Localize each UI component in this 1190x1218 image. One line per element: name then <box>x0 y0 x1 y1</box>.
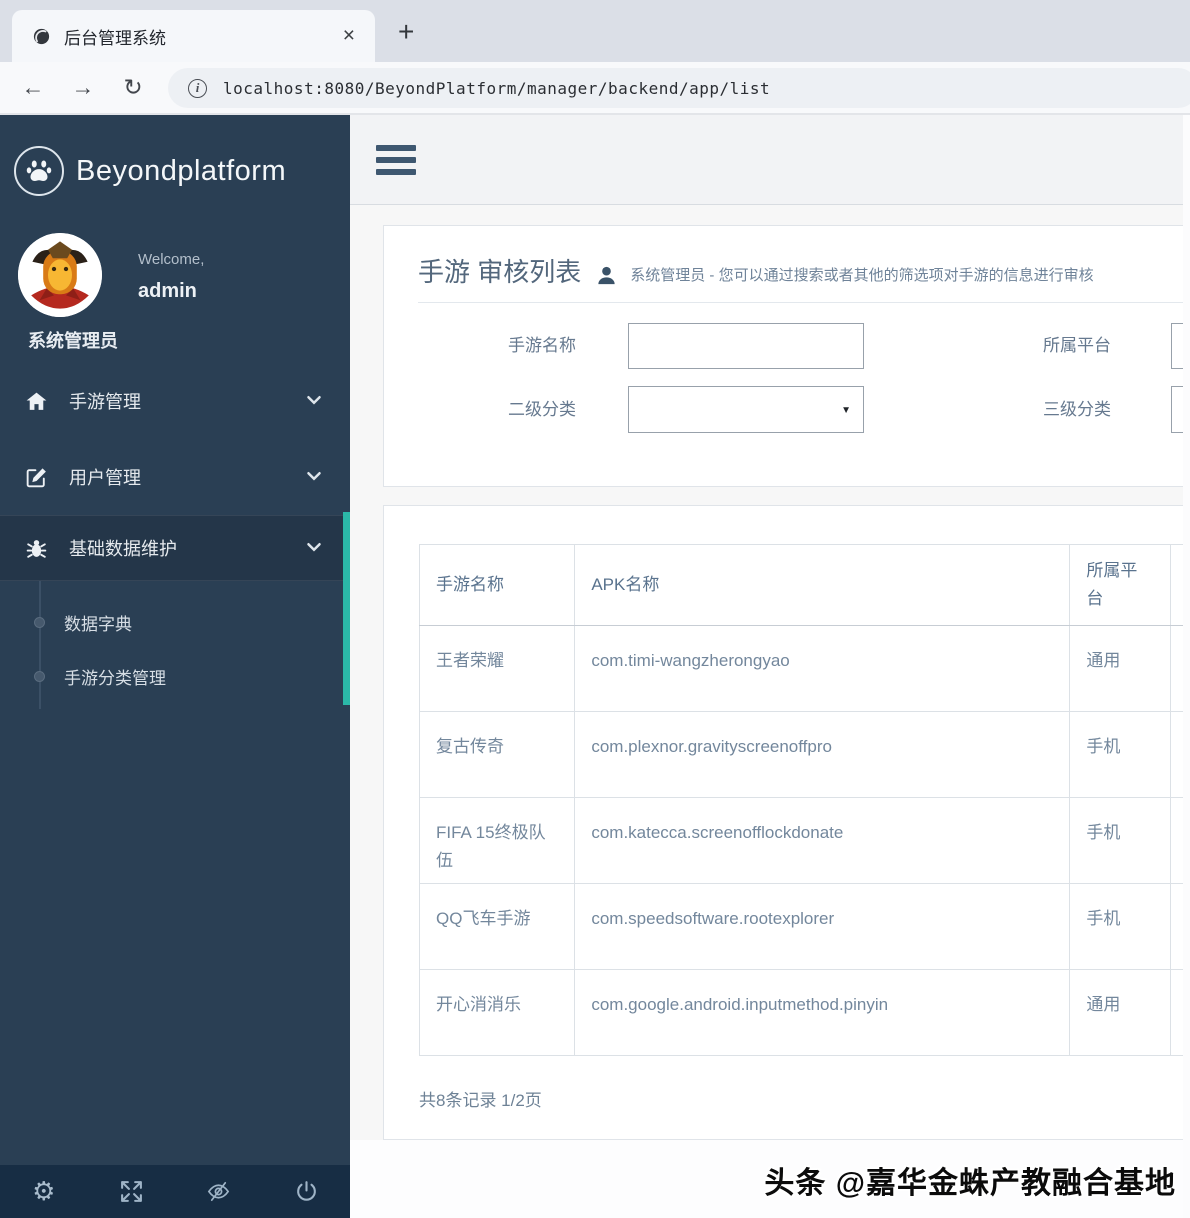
table-row: QQ飞车手游 com.speedsoftware.rootexplorer 手机… <box>418 883 1190 970</box>
sidebar-submenu: 数据字典 手游分类管理 <box>0 581 350 715</box>
address-bar[interactable]: i localhost:8080/BeyondPlatform/manager/… <box>168 68 1190 108</box>
logout-button[interactable] <box>263 1179 351 1204</box>
chevron-down-icon <box>306 392 322 410</box>
sidebar-subitem-data-dictionary[interactable]: 数据字典 <box>0 595 350 649</box>
select-arrow-icon: ▼ <box>841 405 851 416</box>
forward-icon[interactable]: → <box>58 74 108 101</box>
browser-chrome: 后台管理系统 × + ← → ↻ i localhost:8080/Beyond… <box>0 0 1190 115</box>
page-content: 手游 审核列表 系统管理员 - 您可以通过搜索或者其他的筛选项对手游的信息进行审… <box>350 205 1190 1140</box>
globe-favicon-icon <box>33 28 50 44</box>
tab-strip: 后台管理系统 × + <box>0 0 1190 62</box>
bottom-band: 头条 @嘉华金蛛产教融合基地 <box>350 1140 1190 1218</box>
home-icon <box>24 388 54 414</box>
new-tab-button[interactable]: + <box>398 16 414 48</box>
bug-icon <box>24 535 54 561</box>
filter-label-platform: 所属平台 <box>1043 336 1111 355</box>
game-name-input[interactable] <box>628 323 864 369</box>
user-icon <box>598 266 615 285</box>
eye-slash-icon <box>208 1181 230 1202</box>
submenu-dot-icon <box>34 617 45 628</box>
user-profile: Welcome, admin 系统管理员 <box>0 207 350 353</box>
table-row: 复古传奇 com.plexnor.gravityscreenoffpro 手机 … <box>418 711 1190 798</box>
power-icon <box>296 1181 316 1201</box>
expand-icon <box>120 1181 142 1202</box>
scrollbar-track[interactable] <box>1183 115 1190 1218</box>
browser-toolbar: ← → ↻ i localhost:8080/BeyondPlatform/ma… <box>0 62 1190 115</box>
settings-button[interactable]: ⚙ <box>0 1175 88 1206</box>
table-header-row: 手游名称 APK名称 所属平台 所属二级分类 <box>418 544 1190 626</box>
filter-label-game-name: 手游名称 <box>508 336 576 355</box>
title-divider <box>418 302 1190 303</box>
url-text[interactable]: localhost:8080/BeyondPlatform/manager/ba… <box>223 79 770 98</box>
back-icon[interactable]: ← <box>8 74 58 101</box>
user-role: 系统管理员 <box>28 331 118 351</box>
sidebar-menu: 手游管理 用户管理 基础数据维护 数据字典 手游分类管理 <box>0 363 350 715</box>
tab-close-icon[interactable]: × <box>339 24 359 48</box>
col-apk-name: APK名称 <box>574 544 1071 626</box>
sidebar: Beyondplatform Welcome, admin 系统管理员 手游管理… <box>0 115 350 1218</box>
fullscreen-button[interactable] <box>88 1179 176 1204</box>
edit-icon <box>24 464 54 490</box>
app-frame: Beyondplatform Welcome, admin 系统管理员 手游管理… <box>0 115 1190 1218</box>
site-info-icon[interactable]: i <box>188 78 207 98</box>
sidebar-item-base-data[interactable]: 基础数据维护 <box>0 515 350 581</box>
gear-icon: ⚙ <box>32 1175 56 1206</box>
username: admin <box>138 280 197 302</box>
watermark-text: 头条 @嘉华金蛛产教融合基地 <box>764 1167 1176 1200</box>
page-title: 手游 审核列表 <box>418 257 582 287</box>
tab-title: 后台管理系统 <box>64 28 166 48</box>
filter-label-third-category: 三级分类 <box>1043 400 1111 419</box>
reload-icon[interactable]: ↻ <box>108 74 158 101</box>
col-platform: 所属平台 <box>1069 544 1171 626</box>
hide-button[interactable] <box>175 1179 263 1204</box>
brand: Beyondplatform <box>0 115 350 207</box>
table-row: 王者荣耀 com.timi-wangzherongyao 通用 休闲 <box>418 625 1190 712</box>
page-subtitle: 系统管理员 - 您可以通过搜索或者其他的筛选项对手游的信息进行审核 <box>630 267 1094 284</box>
active-section-accent <box>343 512 350 705</box>
col-game-name: 手游名称 <box>418 544 576 626</box>
sidebar-subitem-game-category[interactable]: 手游分类管理 <box>0 649 350 703</box>
filter-panel: 手游 审核列表 系统管理员 - 您可以通过搜索或者其他的筛选项对手游的信息进行审… <box>383 225 1190 487</box>
paw-logo-icon <box>14 146 64 196</box>
sidebar-footer: ⚙ <box>0 1165 350 1218</box>
avatar <box>18 233 102 317</box>
chevron-down-icon <box>306 468 322 486</box>
table-row: 开心消消乐 com.google.android.inputmethod.pin… <box>418 969 1190 1056</box>
welcome-text: Welcome, <box>138 251 205 268</box>
chevron-down-icon <box>306 539 322 557</box>
filter-label-second-category: 二级分类 <box>508 400 576 419</box>
table-row: FIFA 15终极队伍 com.katecca.screenofflockdon… <box>418 797 1190 884</box>
table-panel: 手游名称 APK名称 所属平台 所属二级分类 王者荣耀 com.timi-wan… <box>383 505 1190 1140</box>
browser-tab[interactable]: 后台管理系统 × <box>12 10 375 62</box>
main-area: 手游 审核列表 系统管理员 - 您可以通过搜索或者其他的筛选项对手游的信息进行审… <box>350 115 1190 1218</box>
second-category-select[interactable]: ▼ <box>628 386 864 433</box>
browser-window: 后台管理系统 × + ← → ↻ i localhost:8080/Beyond… <box>0 0 1190 1218</box>
record-summary: 共8条记录 1/2页 <box>419 1091 542 1110</box>
menu-toggle-icon[interactable] <box>376 139 416 181</box>
games-table: 手游名称 APK名称 所属平台 所属二级分类 王者荣耀 com.timi-wan… <box>418 544 1190 1056</box>
submenu-dot-icon <box>34 671 45 682</box>
top-navbar <box>350 115 1190 205</box>
sidebar-item-game-management[interactable]: 手游管理 <box>0 363 350 439</box>
sidebar-item-user-management[interactable]: 用户管理 <box>0 439 350 515</box>
brand-name: Beyondplatform <box>76 154 287 187</box>
